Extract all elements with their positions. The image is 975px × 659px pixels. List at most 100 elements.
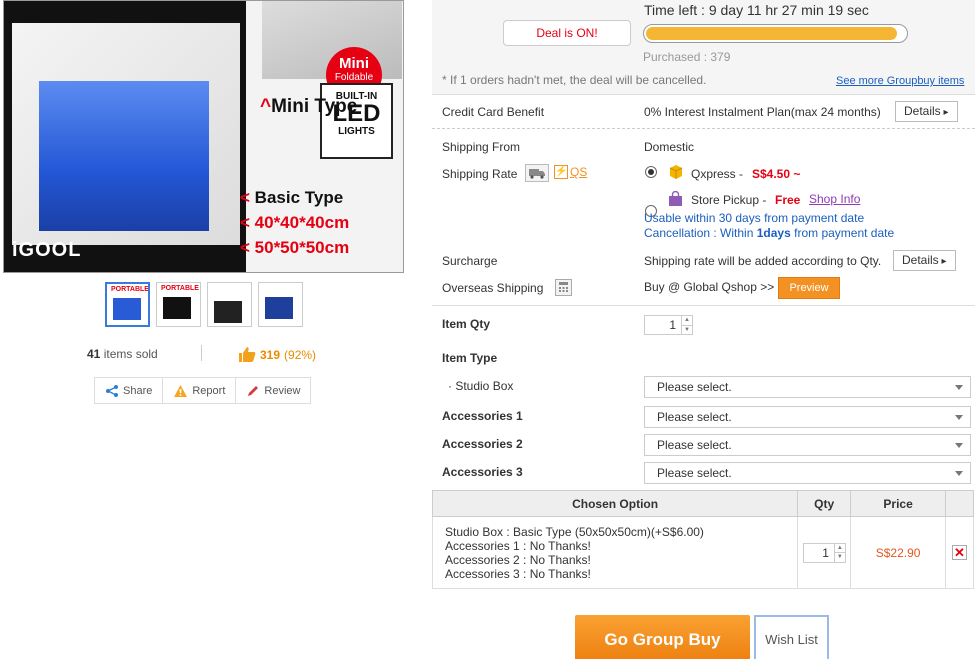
pencil-icon [248, 385, 259, 396]
accessories-2-select-value: Please select. [657, 438, 732, 452]
chevron-down-icon [955, 443, 963, 448]
share-button[interactable]: Share [95, 378, 164, 403]
shipping-from-label: Shipping From [442, 140, 521, 154]
thumbnail-3[interactable] [207, 282, 252, 327]
surcharge-label: Surcharge [442, 254, 498, 268]
item-qty-label: Item Qty [442, 317, 491, 331]
items-sold-text: items sold [103, 347, 158, 361]
size-40-text: 40*40*40cm [254, 213, 350, 232]
cancellation-note: Cancellation : Within 1days from payment… [644, 226, 894, 240]
qty-up-icon[interactable]: ▲ [834, 544, 845, 553]
usable-note: Usable within 30 days from payment date [644, 211, 865, 225]
items-sold: 41 items sold [87, 347, 158, 361]
thumbnail-2[interactable]: PORTABLE [156, 282, 201, 327]
see-more-groupbuy-link[interactable]: See more Groupbuy items [836, 75, 964, 87]
accessories-3-label: Accessories 3 [442, 465, 523, 479]
purchased-count: Purchased : 379 [643, 50, 731, 64]
surcharge-value: Shipping rate will be added according to… [644, 254, 882, 268]
chosen-qty-value[interactable]: 1 [804, 544, 834, 562]
chosen-line: Accessories 1 : No Thanks! [445, 538, 591, 553]
wish-list-button[interactable]: Wish List [754, 615, 829, 659]
calculator-icon[interactable] [555, 279, 572, 296]
thumbs-up-icon [239, 347, 256, 362]
shipping-from-value: Domestic [644, 140, 695, 154]
studio-box-select[interactable]: Please select. [644, 376, 971, 398]
chevron-down-icon [955, 471, 963, 476]
time-left: Time left : 9 day 11 hr 27 min 19 sec [644, 2, 869, 18]
deal-progress-fill [646, 27, 898, 40]
thumb-label: PORTABLE [161, 285, 199, 292]
mini-type-text: Mini Type [271, 96, 358, 117]
product-main-image[interactable]: Mini Foldable BUILT-IN LED LIGHTS ^Mini … [3, 0, 404, 273]
qty-down-icon[interactable]: ▼ [835, 553, 845, 562]
accessories-3-select[interactable]: Please select. [644, 462, 971, 484]
qty-cell: 1 ▲ ▼ [797, 516, 852, 589]
studio-box-label: · Studio Box [448, 379, 514, 393]
studio-box-inner-graphic [39, 81, 209, 231]
basic-type-text: Basic Type [254, 188, 344, 207]
thumbnail-4[interactable] [258, 282, 303, 327]
item-qty-stepper[interactable]: 1 ▲ ▼ [644, 315, 693, 335]
share-label: Share [123, 384, 153, 397]
product-actions: Share Report Review [94, 377, 312, 404]
cancel-note-suffix: from payment date [794, 226, 895, 240]
go-group-buy-button[interactable]: Go Group Buy [575, 615, 750, 659]
led-line3: LIGHTS [338, 126, 375, 137]
remove-option-button[interactable]: ✕ [952, 545, 967, 560]
report-button[interactable]: Report [163, 378, 237, 403]
items-sold-count: 41 [87, 347, 101, 361]
quick-shipping-badge[interactable]: ⚡ QS [554, 165, 587, 179]
qty-header: Qty [797, 490, 852, 517]
chosen-line: Studio Box : Basic Type (50x50x50cm)(+S$… [445, 524, 704, 539]
surcharge-details-button[interactable]: Details [893, 250, 956, 271]
qxpress-label: Qxpress - [691, 167, 744, 181]
chosen-option-cell: Studio Box : Basic Type (50x50x50cm)(+S$… [431, 516, 799, 589]
truck-icon[interactable] [525, 164, 549, 182]
share-icon [106, 384, 118, 397]
store-pickup-price: Free [775, 193, 801, 207]
report-label: Report [192, 384, 226, 397]
qty-down-icon[interactable]: ▼ [682, 326, 692, 335]
like-rating[interactable]: 319 (92%) [238, 346, 316, 363]
mini-type-label: ^Mini Type [260, 96, 358, 117]
accessories-1-label: Accessories 1 [442, 409, 523, 423]
shipping-rate-label: Shipping Rate [442, 167, 518, 181]
igool-logo: iGOOL [12, 239, 82, 261]
thumbnail-strip: PORTABLE PORTABLE [105, 282, 303, 327]
qs-label: QS [570, 165, 588, 179]
item-type-label: Item Type [442, 351, 498, 365]
accessories-1-select[interactable]: Please select. [644, 406, 971, 428]
chosen-qty-stepper[interactable]: 1 ▲ ▼ [802, 542, 846, 563]
preview-button[interactable]: Preview [778, 277, 840, 299]
qty-up-icon[interactable]: ▲ [682, 316, 692, 326]
led-lights-label: BUILT-IN LED LIGHTS [320, 83, 393, 159]
overseas-shipping-label: Overseas Shipping [442, 281, 544, 295]
deal-status-button[interactable]: Deal is ON! [503, 20, 631, 46]
size-50-text: 50*50*50cm [254, 238, 350, 257]
thumbnail-1[interactable]: PORTABLE [105, 282, 150, 327]
cancel-note-prefix: Cancellation : Within [644, 226, 754, 240]
divider [432, 128, 975, 129]
shop-info-link[interactable]: Shop Info [809, 192, 860, 206]
item-qty-value[interactable]: 1 [645, 316, 681, 334]
chosen-price: S$22.90 [850, 516, 946, 589]
divider [432, 305, 975, 306]
cancel-note-days: 1days [756, 226, 791, 240]
accessories-2-select[interactable]: Please select. [644, 434, 971, 456]
accessories-1-select-value: Please select. [657, 410, 732, 424]
likes-percent: (92%) [284, 347, 317, 362]
likes-count: 319 [260, 347, 281, 362]
credit-details-button[interactable]: Details [895, 101, 958, 122]
chevron-down-icon [955, 415, 963, 420]
review-button[interactable]: Review [236, 378, 310, 403]
qxpress-radio[interactable] [645, 166, 657, 178]
remove-cell: ✕ [945, 516, 974, 589]
credit-card-label: Credit Card Benefit [442, 105, 545, 119]
global-qshop-text: Buy @ Global Qshop >> [644, 280, 775, 294]
studio-box-select-value: Please select. [657, 380, 732, 394]
chosen-option-header: Chosen Option [431, 490, 799, 517]
warning-icon [174, 384, 188, 397]
deal-progress-bar [643, 24, 908, 43]
badge-mini-text: Mini [339, 55, 369, 72]
chosen-line: Accessories 2 : No Thanks! [445, 552, 591, 567]
